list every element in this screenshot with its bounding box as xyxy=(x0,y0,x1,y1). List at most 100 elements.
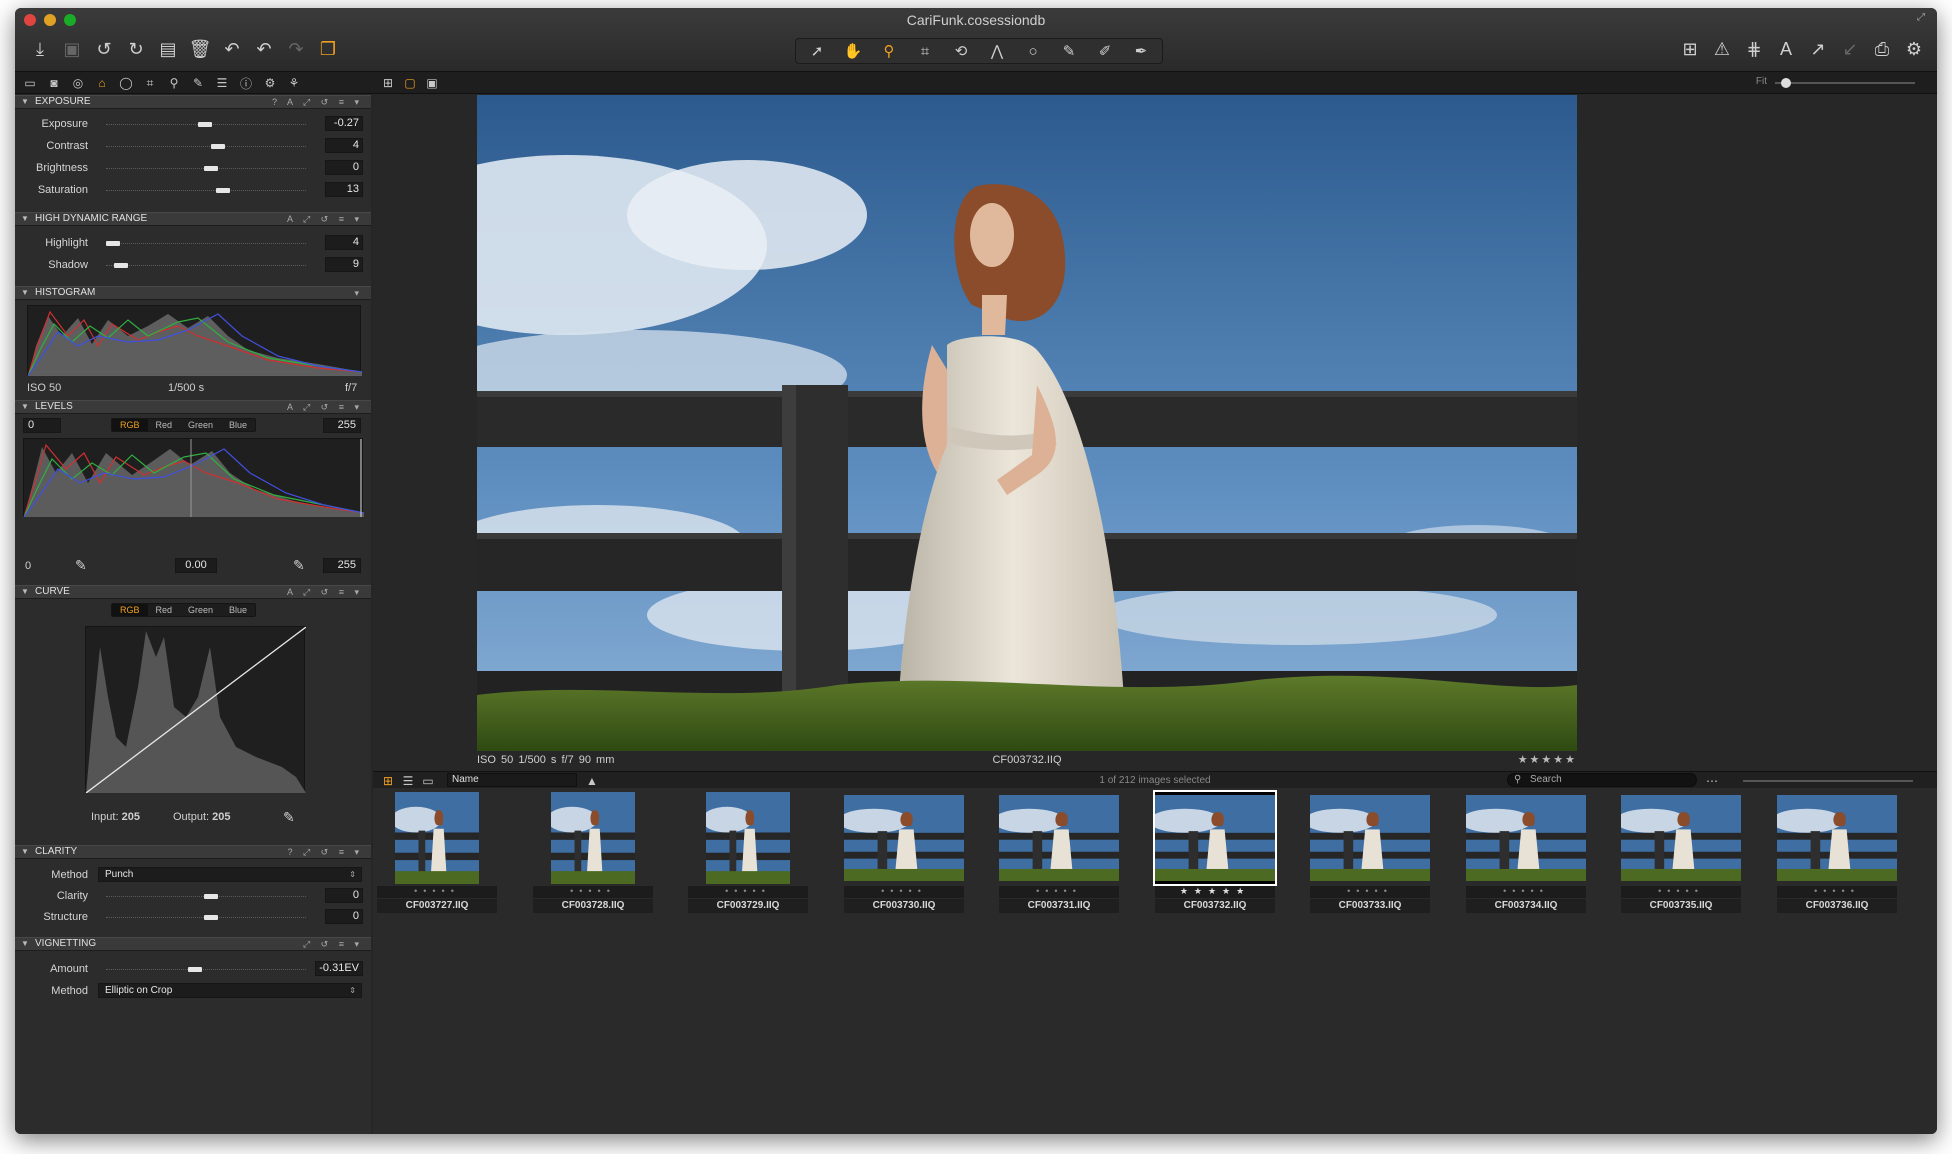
undo-icon[interactable]: ↶ xyxy=(219,36,245,62)
structure-value[interactable]: 0 xyxy=(325,909,363,924)
apply-adjustments-icon[interactable]: ↙ xyxy=(1837,36,1863,62)
viewer-rating[interactable]: ★★★★★ xyxy=(1518,753,1577,766)
metadata-icon[interactable]: ☰ xyxy=(213,74,231,92)
highlight-value[interactable]: 4 xyxy=(325,235,363,250)
crop-icon[interactable]: ⌗ xyxy=(910,38,940,64)
clarity-method-dropdown[interactable]: Punch ⇕ xyxy=(98,867,362,882)
pick-wb-icon[interactable]: ✒ xyxy=(1126,38,1156,64)
camera-icon[interactable]: ◙ xyxy=(45,74,63,92)
saturation-slider[interactable] xyxy=(106,188,306,193)
section-actions-icon[interactable]: A ⤢ ↺ ≡ ▾ xyxy=(287,401,363,413)
section-actions-icon[interactable]: A ⤢ ↺ ≡ ▾ xyxy=(287,213,363,225)
levels-output-black[interactable]: 0 xyxy=(25,560,31,572)
lens-icon[interactable]: ◯ xyxy=(117,74,135,92)
thumbnail[interactable]: ••••• CF003734.IIQ xyxy=(1466,788,1590,914)
single-view-icon[interactable]: ▢ xyxy=(401,74,419,92)
vignetting-header[interactable]: ▼ VIGNETTING ⤢ ↺ ≡ ▾ xyxy=(15,937,371,951)
thumbnail-rating[interactable]: ••••• xyxy=(844,886,964,898)
thumbnail-image[interactable] xyxy=(1153,790,1277,886)
section-actions-icon[interactable]: ⤢ ↺ ≡ ▾ xyxy=(303,938,363,950)
folder-icon[interactable]: ▭ xyxy=(21,74,39,92)
curve-tab-red[interactable]: Red xyxy=(148,604,181,616)
thumbnail-rating[interactable]: ••••• xyxy=(533,886,653,898)
undo-history-icon[interactable]: ↶ xyxy=(251,36,277,62)
annotation-icon[interactable]: A xyxy=(1773,36,1799,62)
structure-slider[interactable] xyxy=(106,915,306,920)
spot-icon[interactable]: ○ xyxy=(1018,38,1048,64)
clarity-slider[interactable] xyxy=(106,894,306,899)
thumbnail-rating[interactable]: ••••• xyxy=(1310,886,1430,898)
grid-icon[interactable]: ⊞ xyxy=(1677,36,1703,62)
histogram-header[interactable]: ▼ HISTOGRAM ▾ xyxy=(15,286,371,300)
thumbnail-image[interactable] xyxy=(999,792,1119,884)
highlight-slider[interactable] xyxy=(106,241,306,246)
exposure-header[interactable]: ▼ EXPOSURE ? A ⤢ ↺ ≡ ▾ xyxy=(15,95,371,109)
thumbnail[interactable]: ••••• CF003736.IIQ xyxy=(1777,788,1901,914)
collapse-triangle-icon[interactable]: ▼ xyxy=(21,213,29,225)
output-icon[interactable]: ⓘ xyxy=(237,74,255,92)
curve-graph[interactable] xyxy=(85,626,307,794)
move-to-icon[interactable]: ▤ xyxy=(155,36,181,62)
thumbnail-rating[interactable]: ••••• xyxy=(377,886,497,898)
black-picker-icon[interactable]: ✎ xyxy=(75,557,87,574)
multi-view-icon[interactable]: ⊞ xyxy=(379,74,397,92)
clarity-header[interactable]: ▼ CLARITY ? ⤢ ↺ ≡ ▾ xyxy=(15,845,371,859)
exposure-slider[interactable] xyxy=(106,122,306,127)
vignetting-amount-value[interactable]: -0.31EV xyxy=(315,961,363,976)
levels-tab-green[interactable]: Green xyxy=(180,419,221,431)
vignetting-method-dropdown[interactable]: Elliptic on Crop ⇕ xyxy=(98,983,362,998)
exposure-warning-icon[interactable]: ⚠ xyxy=(1709,36,1735,62)
pan-hand-icon[interactable]: ✋ xyxy=(838,38,868,64)
color-icon[interactable]: ◎ xyxy=(69,74,87,92)
collapse-triangle-icon[interactable]: ▼ xyxy=(21,401,29,413)
collapse-triangle-icon[interactable]: ▼ xyxy=(21,586,29,598)
thumbnail-rating[interactable]: ••••• xyxy=(688,886,808,898)
settings-icon[interactable]: ⚙ xyxy=(1901,36,1927,62)
thumbnail[interactable]: ••••• CF003731.IIQ xyxy=(999,788,1123,914)
levels-output-white[interactable]: 255 xyxy=(323,558,361,573)
brush-icon[interactable]: ✎ xyxy=(1054,38,1084,64)
thumbnail[interactable]: ••••• CF003729.IIQ xyxy=(688,788,812,914)
levels-graph[interactable] xyxy=(23,438,365,518)
copy-adjustments-icon[interactable]: ↗ xyxy=(1805,36,1831,62)
contrast-slider[interactable] xyxy=(106,144,306,149)
thumbnail-rating[interactable]: ••••• xyxy=(1777,886,1897,898)
thumbnail-rating[interactable]: ••••• xyxy=(1621,886,1741,898)
variants-icon[interactable]: ❐ xyxy=(315,36,341,62)
exposure-value[interactable]: -0.27 xyxy=(325,116,363,131)
rotate-right-icon[interactable]: ↻ xyxy=(123,36,149,62)
thumbnail-size-slider[interactable] xyxy=(1743,780,1913,782)
details-icon[interactable]: ⚲ xyxy=(165,74,183,92)
thumbnail-image[interactable] xyxy=(1310,792,1430,884)
collapse-triangle-icon[interactable]: ▼ xyxy=(21,96,29,108)
thumbnail-image[interactable] xyxy=(844,792,964,884)
loupe-icon[interactable]: ⚲ xyxy=(874,38,904,64)
curve-header[interactable]: ▼ CURVE A ⤢ ↺ ≡ ▾ xyxy=(15,585,371,599)
levels-tab-red[interactable]: Red xyxy=(148,419,181,431)
thumbnail-image[interactable] xyxy=(1621,792,1741,884)
thumbnail[interactable]: ••••• CF003728.IIQ xyxy=(533,788,657,914)
curve-tab-blue[interactable]: Blue xyxy=(221,604,255,616)
white-picker-icon[interactable]: ✎ xyxy=(293,557,305,574)
saturation-value[interactable]: 13 xyxy=(325,182,363,197)
thumbnail[interactable]: ••••• CF003727.IIQ xyxy=(377,788,501,914)
thumbnail-rating[interactable]: ••••• xyxy=(1466,886,1586,898)
main-photo[interactable] xyxy=(477,95,1577,751)
adjustments-icon[interactable]: ⚙ xyxy=(261,74,279,92)
thumbnail[interactable]: ••••• CF003730.IIQ xyxy=(844,788,968,914)
thumbnail-image[interactable] xyxy=(533,792,653,884)
section-actions-icon[interactable]: A ⤢ ↺ ≡ ▾ xyxy=(287,586,363,598)
zoom-slider[interactable] xyxy=(1775,78,1915,88)
thumbnail-image[interactable] xyxy=(688,792,808,884)
keystone-icon[interactable]: ⋀ xyxy=(982,38,1012,64)
batch-icon[interactable]: ⚘ xyxy=(285,74,303,92)
thumbnail-image[interactable] xyxy=(1466,792,1586,884)
levels-midpoint[interactable]: 0.00 xyxy=(175,558,217,573)
levels-white-input[interactable]: 255 xyxy=(323,418,361,433)
guides-icon[interactable]: ⋕ xyxy=(1741,36,1767,62)
collapse-triangle-icon[interactable]: ▼ xyxy=(21,287,29,299)
fullscreen-icon[interactable]: ⤢ xyxy=(1917,12,1929,24)
collapse-triangle-icon[interactable]: ▼ xyxy=(21,938,29,950)
hdr-header[interactable]: ▼ HIGH DYNAMIC RANGE A ⤢ ↺ ≡ ▾ xyxy=(15,212,371,226)
thumbnail[interactable]: ••••• CF003733.IIQ xyxy=(1310,788,1434,914)
